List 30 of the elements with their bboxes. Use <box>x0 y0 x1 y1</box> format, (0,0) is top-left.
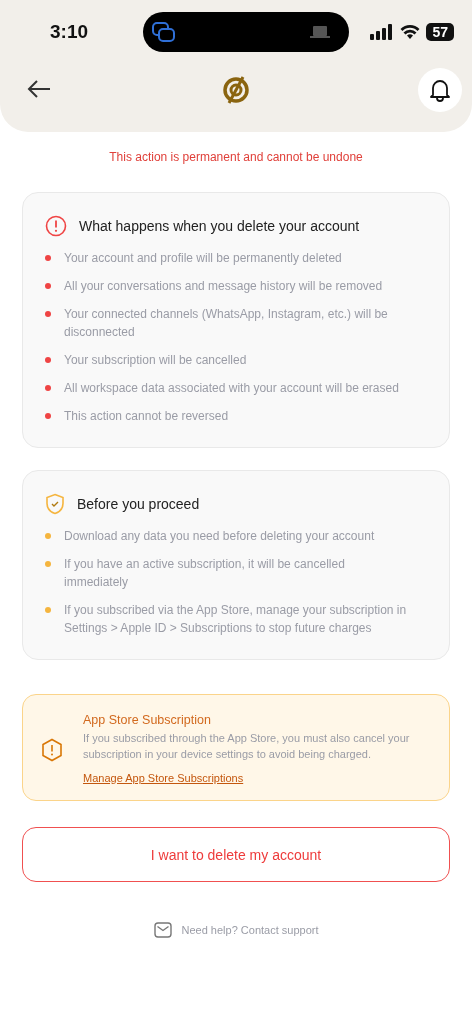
laptop-icon <box>309 25 332 39</box>
wifi-icon <box>400 24 421 40</box>
list-item-text: Your subscription will be cancelled <box>64 352 247 369</box>
list-item-text: All your conversations and message history will be removed <box>64 278 383 295</box>
notifications-button[interactable] <box>418 68 462 112</box>
list-item-text: Your connected channels (WhatsApp, Instagram, etc.) will be disconnected <box>64 306 389 341</box>
list-item-text: All workspace data associated with your account will be erased <box>64 380 399 397</box>
hexagon-alert-icon <box>41 737 63 762</box>
list-item-text: Your account and profile will be permanently deleted <box>64 250 342 267</box>
battery-level: 57 <box>426 23 454 41</box>
logo-icon <box>221 75 251 105</box>
notice-text: If you subscribed through the App Store, you must also cancel your subscription in your device settings to avoid being charged. <box>83 731 411 762</box>
card-title: What happens when you delete your account <box>79 218 360 234</box>
warning-text: This action is permanent and cannot be undone <box>108 150 364 164</box>
bell-icon[interactable] <box>429 78 451 102</box>
windows-icon <box>151 21 178 43</box>
manage-subscriptions-link[interactable]: Manage App Store Subscriptions <box>83 772 244 784</box>
list-item-text: If you have an active subscription, it will be cancelled immediately <box>64 556 346 591</box>
mail-icon <box>153 922 172 938</box>
signal-icon <box>370 24 395 40</box>
alert-icon <box>45 215 67 237</box>
list-item-text: If you subscribed via the App Store, manage your subscription in Settings > Apple ID > Subscriptions to stop future charges <box>64 602 408 637</box>
delete-account-button[interactable]: I want to delete my account <box>22 827 450 882</box>
list-item-text: Download any data you need before deleting your account <box>64 528 375 545</box>
support-link[interactable]: Need help? Contact support <box>181 924 319 936</box>
card-title: Before you proceed <box>77 496 200 512</box>
notice-title: App Store Subscription <box>83 713 212 727</box>
shield-check-icon <box>45 493 65 515</box>
list-item-text: This action cannot be reversed <box>64 408 229 425</box>
status-time: 3:10 <box>50 21 90 43</box>
